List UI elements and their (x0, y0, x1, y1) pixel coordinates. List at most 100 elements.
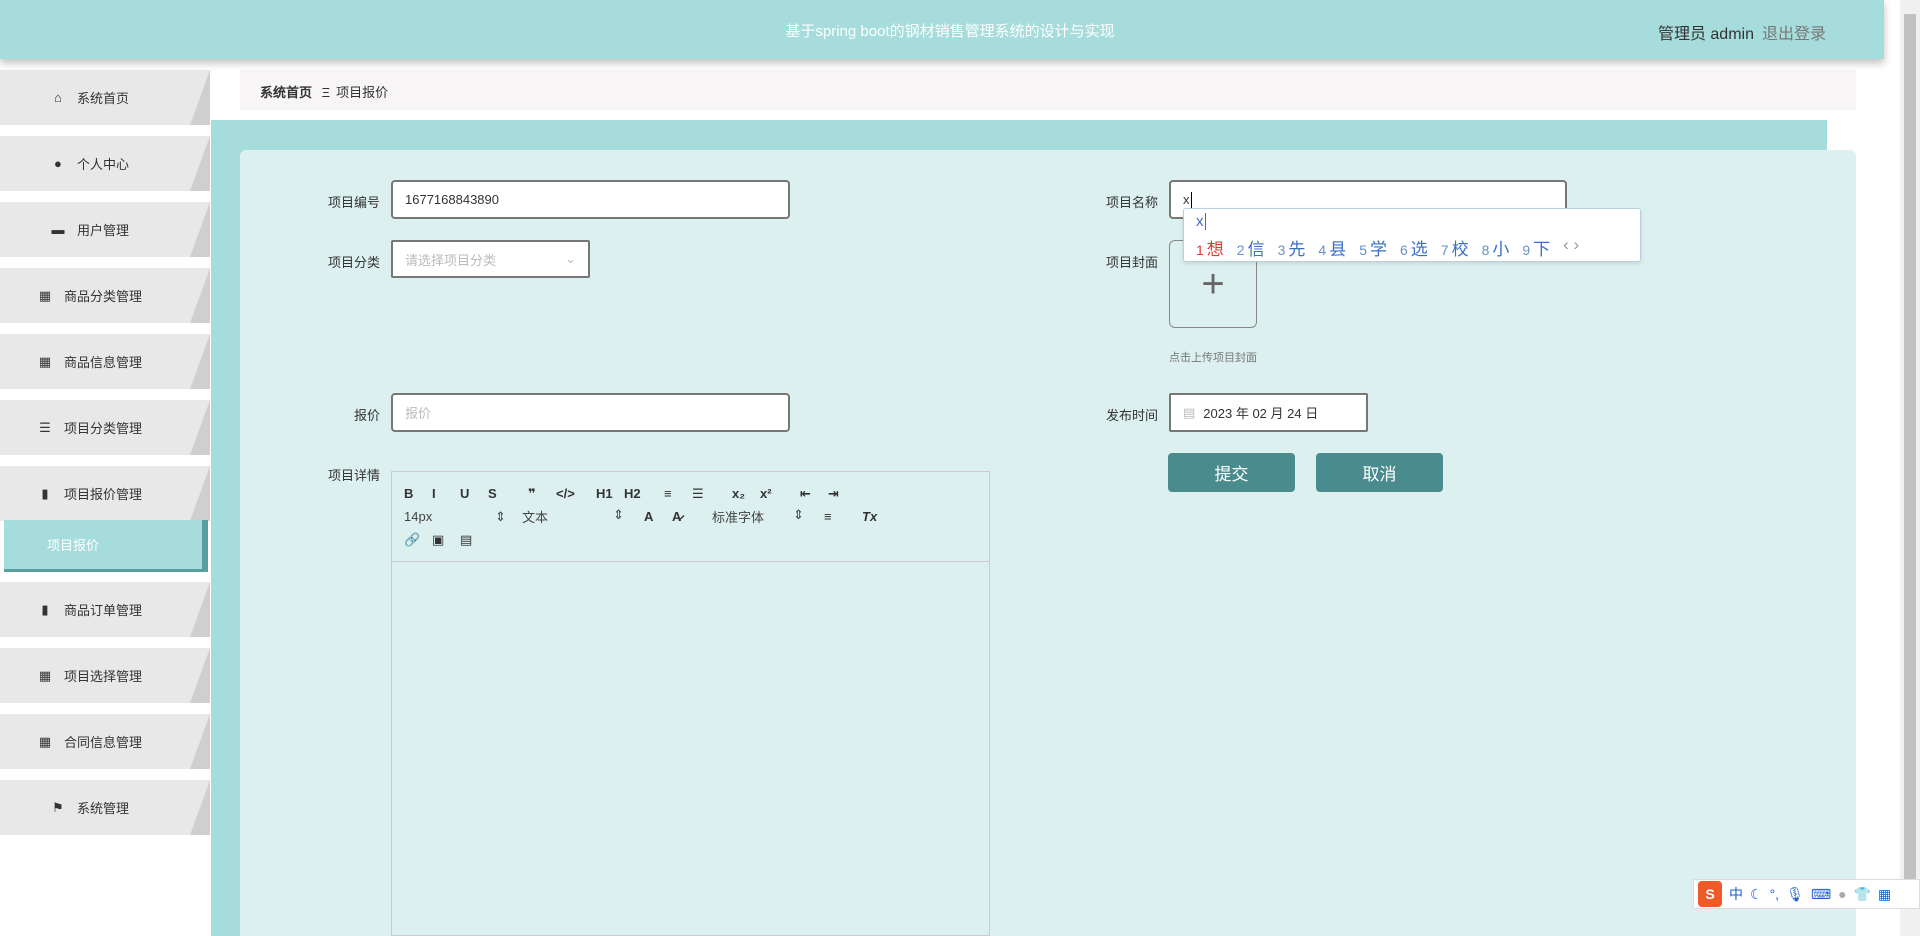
underline-icon[interactable]: U (460, 486, 488, 501)
skin-icon[interactable]: 👕 (1854, 886, 1871, 903)
ime-candidate[interactable]: 4县 (1318, 235, 1346, 260)
sliders-icon: ☰ (39, 419, 51, 435)
price-placeholder: 报价 (405, 406, 432, 421)
name-value: x (1183, 192, 1190, 207)
ime-candidate[interactable]: 9下 (1522, 235, 1550, 260)
ime-candidate[interactable]: 2信 (1237, 235, 1265, 260)
cancel-button[interactable]: 取消 (1316, 453, 1443, 492)
italic-icon[interactable]: I (432, 486, 460, 501)
keyboard-icon[interactable]: ⌨ (1811, 886, 1831, 903)
breadcrumb-home[interactable]: 系统首页 (260, 85, 312, 100)
cover-label: 项目封面 (1105, 255, 1158, 270)
sidebar-item[interactable]: ▦ 合同信息管理 (0, 714, 210, 769)
block-format-value: 文本 (522, 510, 549, 525)
video-icon[interactable]: ▤ (460, 532, 488, 548)
submit-button[interactable]: 提交 (1168, 453, 1295, 492)
align-icon[interactable]: ≡ (824, 509, 852, 524)
image-icon[interactable]: ▣ (432, 532, 460, 548)
block-format-select[interactable]: 文本 ⇕ (522, 507, 632, 526)
sidebar-item[interactable]: ● 个人中心 (0, 136, 210, 191)
breadcrumb: 系统首页 Ξ 项目报价 (240, 70, 1856, 110)
indent-icon[interactable]: ⇥ (828, 486, 856, 502)
superscript-icon[interactable]: x² (760, 486, 788, 501)
code-icon[interactable]: </> (556, 486, 584, 501)
ime-candidate[interactable]: 5学 (1359, 235, 1387, 260)
sidebar-item-label: 系统管理 (76, 801, 129, 816)
ime-candidate[interactable]: 6选 (1400, 235, 1428, 260)
bullet-list-icon[interactable]: ☰ (692, 486, 720, 502)
user-icon[interactable]: ● (1838, 886, 1846, 902)
sidebar-item-label: 项目报价 (46, 538, 99, 553)
breadcrumb-separator: Ξ (321, 85, 331, 100)
sidebar-item[interactable]: ⌂ 系统首页 (0, 70, 210, 125)
category-label: 项目分类 (327, 255, 380, 270)
sidebar-item-label: 商品订单管理 (63, 603, 142, 618)
microphone-icon[interactable]: 🎙 (1786, 886, 1804, 903)
price-label: 报价 (353, 408, 380, 423)
sidebar: ⌂ 系统首页 ● 个人中心 ▬ 用户管理 ▦ 商品分类管理 ▦ 商品信息管理 ☰ 项目分类管理 ▮ 项目报… (0, 59, 210, 936)
clear-format-icon[interactable]: Tx (862, 509, 890, 524)
monitor-icon: ▬ (51, 222, 65, 237)
font-size-select[interactable]: 14px ⇕ (404, 509, 514, 525)
font-family-value: 标准字体 (712, 510, 765, 525)
breadcrumb-current: 项目报价 (336, 85, 389, 100)
price-input[interactable]: 报价 (391, 393, 790, 432)
sidebar-item-label: 项目报价管理 (63, 487, 142, 502)
sidebar-item[interactable]: ▦ 商品信息管理 (0, 334, 210, 389)
bold-icon[interactable]: B (404, 486, 432, 501)
sidebar-item[interactable]: ▮ 商品订单管理 (0, 582, 210, 637)
ime-language-toggle[interactable]: 中 (1729, 884, 1743, 904)
ime-page-arrows-icon[interactable]: ‹ › (1563, 235, 1579, 260)
strike-icon[interactable]: S (488, 486, 516, 501)
sidebar-item[interactable]: 项目报价 (4, 520, 208, 572)
cover-hint: 点击上传项目封面 (1169, 352, 1257, 364)
user-name: 管理员 admin (1657, 26, 1754, 43)
blockquote-icon[interactable]: ❞ (528, 486, 556, 502)
date-input[interactable]: ▤ 2023 年 02 月 24 日 (1169, 393, 1368, 432)
top-header: 基于spring boot的钢材销售管理系统的设计与实现 管理员 admin 退出… (0, 0, 1884, 59)
punctuation-icon[interactable]: °, (1770, 886, 1780, 902)
grid-icon: ▦ (38, 353, 52, 369)
code-input[interactable]: 1677168843890 (391, 180, 790, 219)
header-1-icon[interactable]: H1 (596, 486, 624, 501)
ime-candidate[interactable]: 8小 (1482, 235, 1510, 260)
sidebar-item[interactable]: ☰ 项目分类管理 (0, 400, 210, 455)
outdent-icon[interactable]: ⇤ (800, 486, 828, 502)
sidebar-item-label: 合同信息管理 (63, 735, 142, 750)
scrollbar-thumb[interactable] (1904, 14, 1916, 904)
sidebar-item[interactable]: ▮ 项目报价管理 (0, 466, 210, 521)
sidebar-item[interactable]: ▦ 商品分类管理 (0, 268, 210, 323)
grid-icon: ▦ (38, 667, 52, 683)
sidebar-item[interactable]: ⚑ 系统管理 (0, 780, 210, 835)
category-select[interactable]: 请选择项目分类 ⌄ (391, 240, 590, 278)
toolbox-icon[interactable]: ▦ (1878, 886, 1891, 903)
font-color-icon[interactable]: A (644, 509, 672, 524)
ime-candidate-popup: x 1 想 2 信 3 先 4 县 5 学 6 选 7 校 8 小 9 下 ‹ › (1183, 208, 1641, 262)
user-icon: ● (54, 156, 62, 171)
sidebar-item[interactable]: ▬ 用户管理 (0, 202, 210, 257)
date-value: 2023 年 02 月 24 日 (1203, 406, 1319, 421)
logout-link[interactable]: 退出登录 (1762, 26, 1826, 43)
moon-icon[interactable]: ☾ (1750, 886, 1763, 903)
font-family-select[interactable]: 标准字体 ⇕ (712, 507, 812, 526)
category-placeholder: 请选择项目分类 (405, 252, 497, 268)
editor-content[interactable] (392, 562, 989, 932)
header-2-icon[interactable]: H2 (624, 486, 652, 501)
ime-candidate[interactable]: 1想 (1196, 235, 1224, 260)
sidebar-item-label: 个人中心 (76, 157, 129, 172)
ordered-list-icon[interactable]: ≡ (664, 486, 692, 501)
sidebar-item-label: 用户管理 (76, 223, 129, 238)
link-icon[interactable]: 🔗 (404, 532, 432, 548)
ime-candidate[interactable]: 7校 (1441, 235, 1469, 260)
user-area: 管理员 admin 退出登录 (1658, 20, 1826, 44)
code-label: 项目编号 (327, 195, 380, 210)
background-color-icon[interactable]: A̷ (672, 509, 700, 524)
subscript-icon[interactable]: x₂ (732, 486, 760, 501)
chevron-down-icon: ⌄ (565, 251, 576, 266)
plus-icon: + (1201, 261, 1225, 306)
sidebar-item-label: 系统首页 (76, 91, 129, 106)
ime-candidate[interactable]: 3先 (1278, 235, 1306, 260)
sogou-logo-icon: S (1698, 881, 1722, 907)
sidebar-item[interactable]: ▦ 项目选择管理 (0, 648, 210, 703)
date-label: 发布时间 (1105, 408, 1158, 423)
